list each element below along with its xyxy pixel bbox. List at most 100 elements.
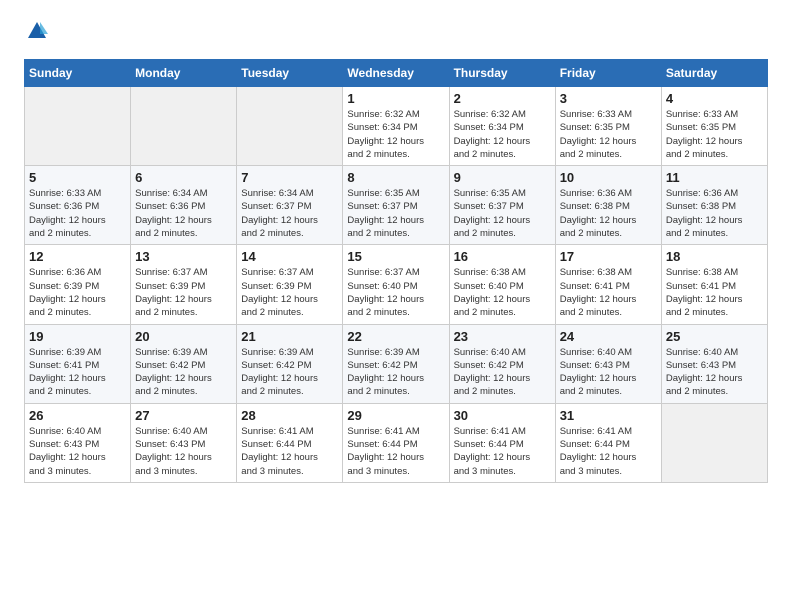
day-info: Sunrise: 6:34 AM Sunset: 6:37 PM Dayligh…	[241, 187, 338, 240]
day-number: 30	[454, 408, 551, 423]
header-thursday: Thursday	[449, 60, 555, 87]
day-cell: 9 Sunrise: 6:35 AM Sunset: 6:37 PM Daylig…	[449, 166, 555, 245]
day-number: 1	[347, 91, 444, 106]
day-number: 15	[347, 249, 444, 264]
day-cell	[237, 87, 343, 166]
day-info: Sunrise: 6:36 AM Sunset: 6:38 PM Dayligh…	[666, 187, 763, 240]
day-cell: 2 Sunrise: 6:32 AM Sunset: 6:34 PM Daylig…	[449, 87, 555, 166]
day-number: 27	[135, 408, 232, 423]
day-number: 19	[29, 329, 126, 344]
day-number: 14	[241, 249, 338, 264]
day-number: 25	[666, 329, 763, 344]
day-info: Sunrise: 6:33 AM Sunset: 6:35 PM Dayligh…	[560, 108, 657, 161]
day-cell: 7 Sunrise: 6:34 AM Sunset: 6:37 PM Daylig…	[237, 166, 343, 245]
day-cell: 24 Sunrise: 6:40 AM Sunset: 6:43 PM Dayli…	[555, 324, 661, 403]
day-number: 23	[454, 329, 551, 344]
logo	[24, 20, 48, 47]
day-info: Sunrise: 6:39 AM Sunset: 6:42 PM Dayligh…	[135, 346, 232, 399]
day-number: 8	[347, 170, 444, 185]
day-number: 28	[241, 408, 338, 423]
header-wednesday: Wednesday	[343, 60, 449, 87]
day-info: Sunrise: 6:35 AM Sunset: 6:37 PM Dayligh…	[347, 187, 444, 240]
day-info: Sunrise: 6:40 AM Sunset: 6:42 PM Dayligh…	[454, 346, 551, 399]
day-info: Sunrise: 6:37 AM Sunset: 6:40 PM Dayligh…	[347, 266, 444, 319]
day-cell: 8 Sunrise: 6:35 AM Sunset: 6:37 PM Daylig…	[343, 166, 449, 245]
day-info: Sunrise: 6:39 AM Sunset: 6:42 PM Dayligh…	[241, 346, 338, 399]
week-row-2: 5 Sunrise: 6:33 AM Sunset: 6:36 PM Daylig…	[25, 166, 768, 245]
header-monday: Monday	[131, 60, 237, 87]
day-info: Sunrise: 6:38 AM Sunset: 6:41 PM Dayligh…	[666, 266, 763, 319]
day-info: Sunrise: 6:36 AM Sunset: 6:38 PM Dayligh…	[560, 187, 657, 240]
day-info: Sunrise: 6:40 AM Sunset: 6:43 PM Dayligh…	[29, 425, 126, 478]
day-number: 2	[454, 91, 551, 106]
day-cell: 27 Sunrise: 6:40 AM Sunset: 6:43 PM Dayli…	[131, 403, 237, 482]
day-number: 11	[666, 170, 763, 185]
day-cell	[661, 403, 767, 482]
day-cell: 21 Sunrise: 6:39 AM Sunset: 6:42 PM Dayli…	[237, 324, 343, 403]
page-header	[24, 20, 768, 47]
day-info: Sunrise: 6:37 AM Sunset: 6:39 PM Dayligh…	[241, 266, 338, 319]
day-cell	[131, 87, 237, 166]
day-cell: 30 Sunrise: 6:41 AM Sunset: 6:44 PM Dayli…	[449, 403, 555, 482]
day-info: Sunrise: 6:32 AM Sunset: 6:34 PM Dayligh…	[454, 108, 551, 161]
week-row-3: 12 Sunrise: 6:36 AM Sunset: 6:39 PM Dayli…	[25, 245, 768, 324]
day-cell: 15 Sunrise: 6:37 AM Sunset: 6:40 PM Dayli…	[343, 245, 449, 324]
day-number: 31	[560, 408, 657, 423]
day-cell: 12 Sunrise: 6:36 AM Sunset: 6:39 PM Dayli…	[25, 245, 131, 324]
day-cell: 14 Sunrise: 6:37 AM Sunset: 6:39 PM Dayli…	[237, 245, 343, 324]
day-info: Sunrise: 6:40 AM Sunset: 6:43 PM Dayligh…	[666, 346, 763, 399]
day-info: Sunrise: 6:41 AM Sunset: 6:44 PM Dayligh…	[347, 425, 444, 478]
day-cell: 17Sunrise: 6:38 AM Sunset: 6:41 PM Dayli…	[555, 245, 661, 324]
week-row-4: 19 Sunrise: 6:39 AM Sunset: 6:41 PM Dayli…	[25, 324, 768, 403]
day-info: Sunrise: 6:37 AM Sunset: 6:39 PM Dayligh…	[135, 266, 232, 319]
day-number: 3	[560, 91, 657, 106]
day-info: Sunrise: 6:36 AM Sunset: 6:39 PM Dayligh…	[29, 266, 126, 319]
day-info: Sunrise: 6:41 AM Sunset: 6:44 PM Dayligh…	[560, 425, 657, 478]
day-number: 22	[347, 329, 444, 344]
day-number: 9	[454, 170, 551, 185]
day-number: 18	[666, 249, 763, 264]
header-saturday: Saturday	[661, 60, 767, 87]
day-cell: 25 Sunrise: 6:40 AM Sunset: 6:43 PM Dayli…	[661, 324, 767, 403]
day-cell: 1 Sunrise: 6:32 AM Sunset: 6:34 PM Daylig…	[343, 87, 449, 166]
day-info: Sunrise: 6:40 AM Sunset: 6:43 PM Dayligh…	[135, 425, 232, 478]
header-tuesday: Tuesday	[237, 60, 343, 87]
day-number: 16	[454, 249, 551, 264]
day-number: 24	[560, 329, 657, 344]
day-info: Sunrise: 6:33 AM Sunset: 6:35 PM Dayligh…	[666, 108, 763, 161]
day-number: 26	[29, 408, 126, 423]
day-number: 5	[29, 170, 126, 185]
day-cell	[25, 87, 131, 166]
day-info: Sunrise: 6:34 AM Sunset: 6:36 PM Dayligh…	[135, 187, 232, 240]
day-number: 7	[241, 170, 338, 185]
day-cell: 28 Sunrise: 6:41 AM Sunset: 6:44 PM Dayli…	[237, 403, 343, 482]
day-info: Sunrise: 6:41 AM Sunset: 6:44 PM Dayligh…	[241, 425, 338, 478]
day-info: Sunrise: 6:35 AM Sunset: 6:37 PM Dayligh…	[454, 187, 551, 240]
day-info: Sunrise: 6:39 AM Sunset: 6:42 PM Dayligh…	[347, 346, 444, 399]
day-info: Sunrise: 6:33 AM Sunset: 6:36 PM Dayligh…	[29, 187, 126, 240]
day-info: Sunrise: 6:41 AM Sunset: 6:44 PM Dayligh…	[454, 425, 551, 478]
day-info: Sunrise: 6:40 AM Sunset: 6:43 PM Dayligh…	[560, 346, 657, 399]
day-cell: 10Sunrise: 6:36 AM Sunset: 6:38 PM Dayli…	[555, 166, 661, 245]
day-info: Sunrise: 6:39 AM Sunset: 6:41 PM Dayligh…	[29, 346, 126, 399]
day-cell: 4 Sunrise: 6:33 AM Sunset: 6:35 PM Daylig…	[661, 87, 767, 166]
day-cell: 29Sunrise: 6:41 AM Sunset: 6:44 PM Dayli…	[343, 403, 449, 482]
day-number: 12	[29, 249, 126, 264]
day-cell: 16Sunrise: 6:38 AM Sunset: 6:40 PM Dayli…	[449, 245, 555, 324]
day-cell: 22 Sunrise: 6:39 AM Sunset: 6:42 PM Dayli…	[343, 324, 449, 403]
calendar-table: SundayMondayTuesdayWednesdayThursdayFrid…	[24, 59, 768, 483]
day-cell: 23 Sunrise: 6:40 AM Sunset: 6:42 PM Dayli…	[449, 324, 555, 403]
day-cell: 19 Sunrise: 6:39 AM Sunset: 6:41 PM Dayli…	[25, 324, 131, 403]
day-cell: 31 Sunrise: 6:41 AM Sunset: 6:44 PM Dayli…	[555, 403, 661, 482]
day-number: 6	[135, 170, 232, 185]
day-info: Sunrise: 6:38 AM Sunset: 6:41 PM Dayligh…	[560, 266, 657, 319]
day-info: Sunrise: 6:32 AM Sunset: 6:34 PM Dayligh…	[347, 108, 444, 161]
day-cell: 5 Sunrise: 6:33 AM Sunset: 6:36 PM Daylig…	[25, 166, 131, 245]
day-number: 13	[135, 249, 232, 264]
header-friday: Friday	[555, 60, 661, 87]
day-number: 21	[241, 329, 338, 344]
day-cell: 6 Sunrise: 6:34 AM Sunset: 6:36 PM Daylig…	[131, 166, 237, 245]
day-number: 4	[666, 91, 763, 106]
week-row-5: 26 Sunrise: 6:40 AM Sunset: 6:43 PM Dayli…	[25, 403, 768, 482]
day-cell: 13 Sunrise: 6:37 AM Sunset: 6:39 PM Dayli…	[131, 245, 237, 324]
